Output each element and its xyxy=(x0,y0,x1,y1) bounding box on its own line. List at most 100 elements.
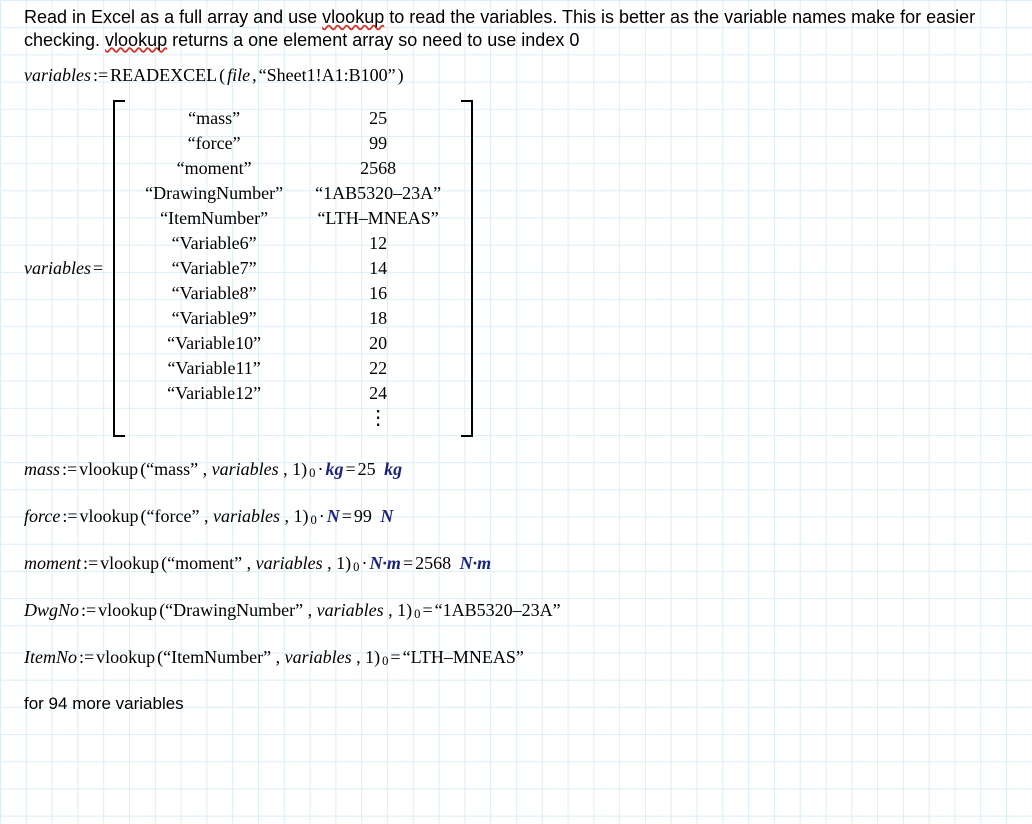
matrix-row: “ItemNumber”“LTH–MNEAS” xyxy=(129,206,457,231)
assign-op: := xyxy=(62,506,77,527)
intro-part3: returns a one element array so need to u… xyxy=(167,30,579,50)
matrix-cell-name: “DrawingNumber” xyxy=(129,181,299,206)
value: “LTH–MNEAS” xyxy=(403,647,524,668)
matrix-row: “Variable10”20 xyxy=(129,331,457,356)
matrix-cell-value: 12 xyxy=(299,231,457,256)
matrix-row: “force”99 xyxy=(129,131,457,156)
paren-close: ) xyxy=(398,65,404,86)
matrix-row: “moment”2568 xyxy=(129,156,457,181)
matrix-cell-value: 20 xyxy=(299,331,457,356)
region-variables-matrix[interactable]: variables = “mass”25“force”99“moment”256… xyxy=(24,100,473,437)
matrix-cell-value: 25 xyxy=(299,106,457,131)
var-moment: moment xyxy=(24,553,81,574)
subscript: 0 xyxy=(310,513,316,528)
arg-file: file xyxy=(227,65,250,86)
value: “1AB5320–23A” xyxy=(435,600,561,621)
unit-n-result: N xyxy=(380,506,393,527)
var-itemno: ItemNo xyxy=(24,647,77,668)
var-dwgno: DwgNo xyxy=(24,600,79,621)
readexcel-expression: variables := READEXCEL ( file , “Sheet1!… xyxy=(24,65,404,86)
dot-op: · xyxy=(361,553,367,574)
matrix-row: “Variable12”24 xyxy=(129,381,457,406)
region-itemno[interactable]: ItemNo := vlookup (“ItemNumber” , variab… xyxy=(24,647,1022,668)
matrix-row-vdots: ⋮ xyxy=(129,406,457,431)
matrix-row: “Variable7”14 xyxy=(129,256,457,281)
value: 99 xyxy=(354,506,372,527)
var-force: force xyxy=(24,506,60,527)
matrix-body: “mass”25“force”99“moment”2568“DrawingNum… xyxy=(129,106,457,431)
matrix-cell-name: “Variable11” xyxy=(129,356,299,381)
matrix-bracket: “mass”25“force”99“moment”2568“DrawingNum… xyxy=(113,100,473,437)
line-itemno: ItemNo := vlookup (“ItemNumber” , variab… xyxy=(24,647,524,668)
matrix-cell-value: 22 xyxy=(299,356,457,381)
paren-open: ( xyxy=(219,65,225,86)
assign-op: := xyxy=(93,65,108,86)
args: (“mass” , variables , 1) xyxy=(140,459,307,480)
intro-part1: Read in Excel as a full array and use xyxy=(24,7,322,27)
region-dwgno[interactable]: DwgNo := vlookup (“DrawingNumber” , vari… xyxy=(24,600,1022,621)
matrix-cell-value: 14 xyxy=(299,256,457,281)
matrix-cell-value: 2568 xyxy=(299,156,457,181)
matrix-cell-name: “Variable12” xyxy=(129,381,299,406)
matrix-cell-value: 99 xyxy=(299,131,457,156)
eq-op: = xyxy=(93,258,103,279)
var-variables-eval: variables xyxy=(24,258,91,279)
var-variables: variables xyxy=(24,65,91,86)
args: (“DrawingNumber” , variables , 1) xyxy=(159,600,412,621)
assign-op: := xyxy=(81,600,96,621)
bracket-left xyxy=(113,100,125,437)
unit-kg: kg xyxy=(325,459,343,480)
func-vlookup: vlookup xyxy=(98,600,157,621)
matrix-cell-name: “force” xyxy=(129,131,299,156)
comma: , xyxy=(252,65,257,86)
func-vlookup: vlookup xyxy=(79,459,138,480)
line-mass: mass := vlookup (“mass” , variables , 1)… xyxy=(24,459,402,480)
args: (“force” , variables , 1) xyxy=(141,506,309,527)
matrix-row: “DrawingNumber”“1AB5320–23A” xyxy=(129,181,457,206)
matrix-cell-name: “Variable6” xyxy=(129,231,299,256)
unit-n: N xyxy=(327,506,340,527)
assign-op: := xyxy=(83,553,98,574)
matrix-row: “Variable9”18 xyxy=(129,306,457,331)
assign-op: := xyxy=(79,647,94,668)
region-readexcel[interactable]: variables := READEXCEL ( file , “Sheet1!… xyxy=(24,65,1022,86)
unit-nm-result: N·m xyxy=(460,553,492,574)
func-vlookup: vlookup xyxy=(96,647,155,668)
matrix-row: “Variable11”22 xyxy=(129,356,457,381)
eq-op: = xyxy=(342,506,352,527)
matrix-cell-value: “LTH–MNEAS” xyxy=(299,206,457,231)
var-mass: mass xyxy=(24,459,60,480)
matrix-row: “Variable8”16 xyxy=(129,281,457,306)
value: 25 xyxy=(358,459,376,480)
intro-text: Read in Excel as a full array and use vl… xyxy=(24,6,1022,51)
subscript: 0 xyxy=(414,607,420,622)
unit-kg-result: kg xyxy=(384,459,402,480)
line-moment: moment := vlookup (“moment” , variables … xyxy=(24,553,491,574)
value: 2568 xyxy=(415,553,451,574)
matrix-cell-name: “Variable8” xyxy=(129,281,299,306)
spellcheck-word-2: vlookup xyxy=(105,30,167,50)
unit-nm: N·m xyxy=(369,553,401,574)
eq-op: = xyxy=(345,459,355,480)
subscript: 0 xyxy=(382,654,388,669)
bracket-right xyxy=(461,100,473,437)
matrix-cell-value: 18 xyxy=(299,306,457,331)
spellcheck-word-1: vlookup xyxy=(322,7,384,27)
args: (“moment” , variables , 1) xyxy=(161,553,351,574)
matrix-cell-name: “moment” xyxy=(129,156,299,181)
eq-op: = xyxy=(403,553,413,574)
vdots-icon: ⋮ xyxy=(299,406,457,431)
matrix-row: “mass”25 xyxy=(129,106,457,131)
region-moment[interactable]: moment := vlookup (“moment” , variables … xyxy=(24,553,1022,574)
func-vlookup: vlookup xyxy=(100,553,159,574)
arg-range: “Sheet1!A1:B100” xyxy=(259,65,396,86)
worksheet-page: Read in Excel as a full array and use vl… xyxy=(0,0,1032,724)
matrix-lhs: variables = xyxy=(24,258,103,279)
region-mass[interactable]: mass := vlookup (“mass” , variables , 1)… xyxy=(24,459,1022,480)
eq-op: = xyxy=(422,600,432,621)
eq-op: = xyxy=(390,647,400,668)
line-force: force := vlookup (“force” , variables , … xyxy=(24,506,393,527)
matrix-cell-value: 24 xyxy=(299,381,457,406)
matrix-cell-name: “mass” xyxy=(129,106,299,131)
region-force[interactable]: force := vlookup (“force” , variables , … xyxy=(24,506,1022,527)
